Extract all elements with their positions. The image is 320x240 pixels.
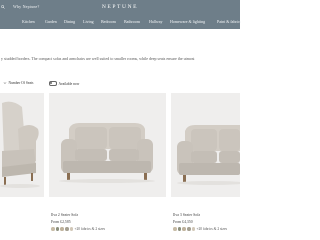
product-price: From £2,585 (51, 220, 71, 224)
color-swatch[interactable] (51, 227, 55, 231)
nav-item-bedroom[interactable]: Bedroom (101, 19, 116, 24)
product-image-2-seater[interactable] (49, 93, 166, 197)
product-swatches[interactable]: +20 fabrics & 2 sizes (173, 227, 227, 231)
product-image-3-seater[interactable] (171, 93, 240, 197)
nav-item-dining[interactable]: Dining (64, 19, 75, 24)
filter-available-now[interactable]: Available now (49, 81, 79, 86)
nav-item-garden[interactable]: Garden (45, 19, 57, 24)
nav-item-kitchen[interactable]: Kitchen (22, 19, 35, 24)
swatches-label[interactable]: +20 fabrics & 2 sizes (74, 227, 105, 231)
color-swatch[interactable] (182, 227, 186, 231)
product-name[interactable]: Ilva 3 Seater Sofa (173, 213, 200, 217)
product-name[interactable]: Ilva 2 Seater Sofa (51, 213, 78, 217)
swatches-label[interactable]: +20 fabrics & 2 sizes (196, 227, 227, 231)
filter-number-of-seats[interactable]: Number Of Seats (3, 81, 33, 85)
nav-item-homeware[interactable]: Homeware & lighting (170, 19, 205, 24)
product-swatches[interactable]: +20 fabrics & 2 sizes (51, 227, 105, 231)
color-swatch[interactable] (173, 227, 177, 231)
color-swatch[interactable] (55, 227, 60, 231)
color-swatch[interactable] (177, 227, 182, 231)
available-now-toggle[interactable] (49, 81, 57, 86)
nav-item-living[interactable]: Living (83, 19, 94, 24)
category-nav: Kitchen Garden Dining Living Bedroom Bat… (0, 19, 241, 26)
color-swatch[interactable] (65, 227, 69, 231)
nav-item-bathroom[interactable]: Bathroom (124, 19, 140, 24)
nav-item-paint[interactable]: Paint & fabrics (217, 19, 241, 24)
color-swatch[interactable] (187, 227, 191, 231)
color-swatch[interactable] (191, 227, 196, 231)
product-price: From £4,350 (173, 220, 193, 224)
color-swatch[interactable] (69, 227, 74, 231)
filter-label: Available now (58, 81, 80, 86)
brand-logo[interactable]: NEPTUNE (0, 4, 240, 10)
nav-row: Why Neptune? NEPTUNE (0, 4, 240, 14)
chevron-down-icon (3, 81, 7, 85)
product-image-armchair[interactable] (0, 93, 44, 197)
nav-item-hallway[interactable]: Hallway (149, 19, 163, 24)
filter-label: Number Of Seats (8, 81, 34, 85)
category-intro: y studded borders. The compact sofas and… (1, 56, 195, 61)
color-swatch[interactable] (60, 227, 64, 231)
